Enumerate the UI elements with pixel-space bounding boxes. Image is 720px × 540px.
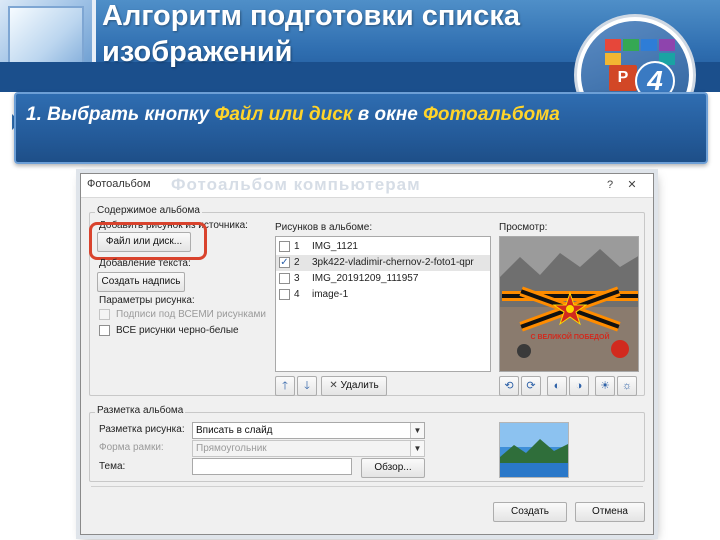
list-item[interactable]: 3 IMG_20191209_111957	[276, 271, 490, 287]
list-item-number: 2	[294, 257, 300, 268]
pictures-in-album-label: Рисунков в альбоме:	[275, 222, 373, 233]
instruction-window-name: Фотоальбома	[423, 104, 560, 125]
theme-label: Тема:	[99, 461, 126, 472]
list-item-name: image-1	[312, 289, 349, 300]
preview-label: Просмотр:	[499, 222, 548, 233]
list-item-checkbox[interactable]	[279, 273, 290, 284]
instruction-banner: 1. Выбрать кнопку Файл или диск в окне Ф…	[14, 92, 708, 164]
layout-preview-picture	[500, 423, 568, 477]
picture-options-label: Параметры рисунка:	[99, 295, 195, 306]
bw-option-label: ВСЕ рисунки черно-белые	[116, 325, 239, 336]
dialog-ghost-title: Фотоальбом компьютерам	[171, 175, 421, 194]
frame-shape-label: Форма рамки:	[99, 442, 164, 453]
move-up-button[interactable]: 🡑	[275, 376, 295, 396]
preview-caption: С ВЕЛИКОЙ ПОБЕДОЙ	[531, 332, 610, 341]
list-item-checkbox[interactable]: ✓	[279, 257, 290, 268]
list-item[interactable]: 1 IMG_1121	[276, 239, 490, 255]
picture-layout-label: Разметка рисунка:	[99, 424, 185, 435]
preview-image: С ВЕЛИКОЙ ПОБЕДОЙ	[499, 236, 639, 372]
instruction-text: 1. Выбрать кнопку Файл или диск в окне Ф…	[26, 104, 702, 126]
chevron-down-icon: ▼	[410, 423, 424, 438]
chevron-down-icon: ▼	[410, 441, 424, 456]
picture-layout-value: Вписать в слайд	[196, 425, 273, 436]
captions-checkbox[interactable]	[99, 309, 110, 320]
list-item-number: 4	[294, 289, 300, 300]
list-item-number: 3	[294, 273, 300, 284]
layout-preview-thumbnail	[499, 422, 569, 478]
remove-button-label: Удалить	[340, 380, 379, 391]
photo-album-dialog: Фотоальбом Фотоальбом компьютерам ? ✕ Со…	[80, 173, 654, 535]
create-button[interactable]: Создать	[493, 502, 567, 522]
list-item-name: 3pk422-vladimir-chernov-2-foto1-qpr	[312, 257, 474, 268]
list-item[interactable]: ✓ 2 3pk422-vladimir-chernov-2-foto1-qpr	[276, 255, 490, 271]
badge-tile-purple	[659, 39, 675, 51]
remove-icon: ✕	[329, 380, 341, 391]
remove-button[interactable]: ✕ Удалить	[321, 376, 387, 396]
powerpoint-icon: P	[609, 65, 637, 91]
pictures-listbox[interactable]: 1 IMG_1121 ✓ 2 3pk422-vladimir-chernov-2…	[275, 236, 491, 372]
list-item-number: 1	[294, 241, 300, 252]
badge-tile-blue	[641, 39, 657, 51]
brightness-up-icon[interactable]: ☀	[595, 376, 615, 396]
instruction-button-name: Файл или диск	[214, 104, 353, 125]
contrast-up-icon[interactable]: ◐	[547, 376, 567, 396]
contrast-down-icon[interactable]: ◑	[569, 376, 589, 396]
album-content-label: Содержимое альбома	[95, 205, 202, 216]
brightness-down-icon[interactable]: ☼	[617, 376, 637, 396]
badge-tile-red	[605, 39, 621, 51]
file-or-disk-button[interactable]: Файл или диск...	[97, 232, 191, 252]
frame-shape-value: Прямоугольник	[196, 443, 267, 454]
preview-picture: С ВЕЛИКОЙ ПОБЕДОЙ	[500, 237, 638, 371]
badge-tile-green	[623, 39, 639, 51]
monitor-screen	[8, 6, 84, 68]
theme-input[interactable]	[192, 458, 352, 475]
picture-layout-select[interactable]: Вписать в слайд ▼	[192, 422, 425, 439]
instruction-prefix: 1. Выбрать кнопку	[26, 104, 215, 125]
cancel-button[interactable]: Отмена	[575, 502, 645, 522]
list-item[interactable]: 4 image-1	[276, 287, 490, 303]
new-textbox-button[interactable]: Создать надпись	[97, 272, 185, 292]
instruction-middle: в окне	[352, 104, 424, 125]
footer-divider	[91, 486, 643, 487]
list-item-checkbox[interactable]	[279, 289, 290, 300]
move-down-button[interactable]: 🡓	[297, 376, 317, 396]
album-layout-label: Разметка альбома	[95, 405, 186, 416]
dialog-titlebar[interactable]: Фотоальбом Фотоальбом компьютерам ? ✕	[81, 174, 653, 198]
list-item-name: IMG_1121	[312, 241, 358, 252]
close-icon[interactable]: ✕	[623, 176, 641, 194]
badge-tile-yellow	[605, 53, 621, 65]
bw-checkbox[interactable]	[99, 325, 110, 336]
insert-text-label: Добавление текста:	[99, 258, 191, 269]
list-item-name: IMG_20191209_111957	[312, 273, 419, 284]
browse-button[interactable]: Обзор...	[361, 458, 425, 478]
captions-option-label: Подписи под ВСЕМИ рисунками	[116, 309, 266, 320]
dialog-title: Фотоальбом	[87, 178, 151, 190]
rotate-right-icon[interactable]: ⟳	[521, 376, 541, 396]
help-icon[interactable]: ?	[601, 176, 619, 194]
list-item-checkbox[interactable]	[279, 241, 290, 252]
frame-shape-select[interactable]: Прямоугольник ▼	[192, 440, 425, 457]
rotate-left-icon[interactable]: ⟲	[499, 376, 519, 396]
